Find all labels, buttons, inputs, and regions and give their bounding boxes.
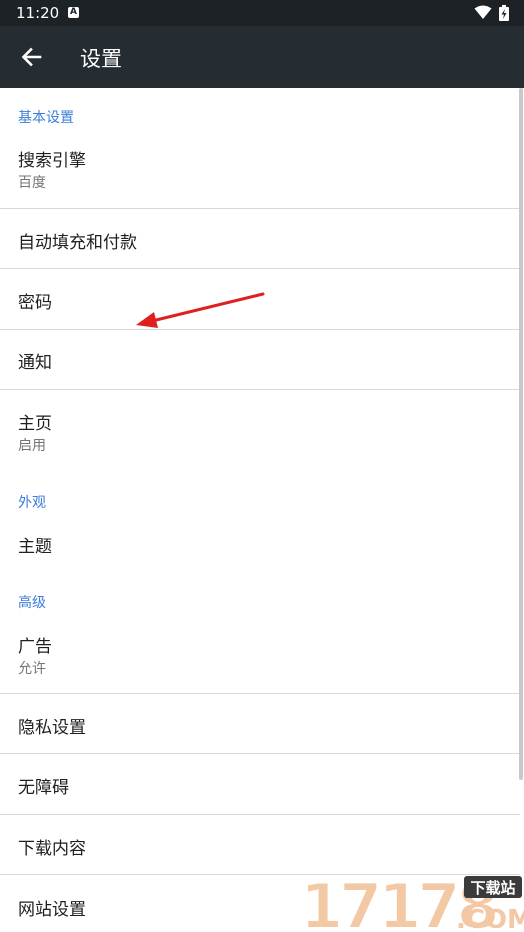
arrow-left-icon[interactable] [18, 44, 44, 70]
app-bar: 设置 [0, 26, 524, 88]
battery-icon [499, 5, 509, 21]
setting-accessibility[interactable]: 无障碍 [0, 754, 520, 814]
setting-title: 下载内容 [18, 839, 86, 859]
setting-autofill[interactable]: 自动填充和付款 [0, 209, 520, 268]
setting-notifications[interactable]: 通知 [0, 330, 520, 389]
status-time: 11:20 [16, 4, 60, 22]
scrollbar[interactable] [519, 88, 523, 780]
setting-title: 隐私设置 [18, 718, 86, 738]
watermark-tag: 下载站 [470, 879, 515, 897]
setting-title: 主题 [18, 537, 52, 557]
setting-summary: 允许 [18, 661, 46, 677]
setting-title: 无障碍 [18, 778, 69, 798]
setting-summary: 启用 [18, 438, 46, 454]
watermark-domain: .COM [456, 905, 524, 932]
setting-title: 广告 [18, 637, 52, 657]
setting-title: 密码 [18, 293, 52, 313]
notification-icon: A [68, 7, 79, 18]
setting-title: 主页 [18, 414, 52, 434]
section-header-advanced: 高级 [18, 595, 46, 611]
setting-downloads[interactable]: 下载内容 [0, 815, 520, 874]
setting-summary: 百度 [18, 175, 46, 191]
status-bar: 11:20 A [0, 0, 524, 26]
setting-title: 通知 [18, 353, 52, 373]
setting-privacy[interactable]: 隐私设置 [0, 694, 520, 753]
watermark-logo: 17178 下载站 .COM [299, 872, 524, 932]
annotation-arrow-icon [136, 292, 265, 328]
section-header-basic: 基本设置 [18, 110, 74, 126]
setting-search-engine[interactable]: 搜索引擎 百度 [0, 132, 520, 208]
setting-title: 自动填充和付款 [18, 233, 137, 253]
setting-title: 网站设置 [18, 900, 86, 920]
page-title: 设置 [80, 47, 122, 71]
setting-ads[interactable]: 广告 允许 [0, 618, 520, 693]
setting-title: 搜索引擎 [18, 151, 86, 171]
setting-theme[interactable]: 主题 [0, 518, 520, 576]
section-header-appearance: 外观 [18, 495, 46, 511]
wifi-icon [474, 5, 492, 19]
setting-homepage[interactable]: 主页 启用 [0, 390, 520, 466]
